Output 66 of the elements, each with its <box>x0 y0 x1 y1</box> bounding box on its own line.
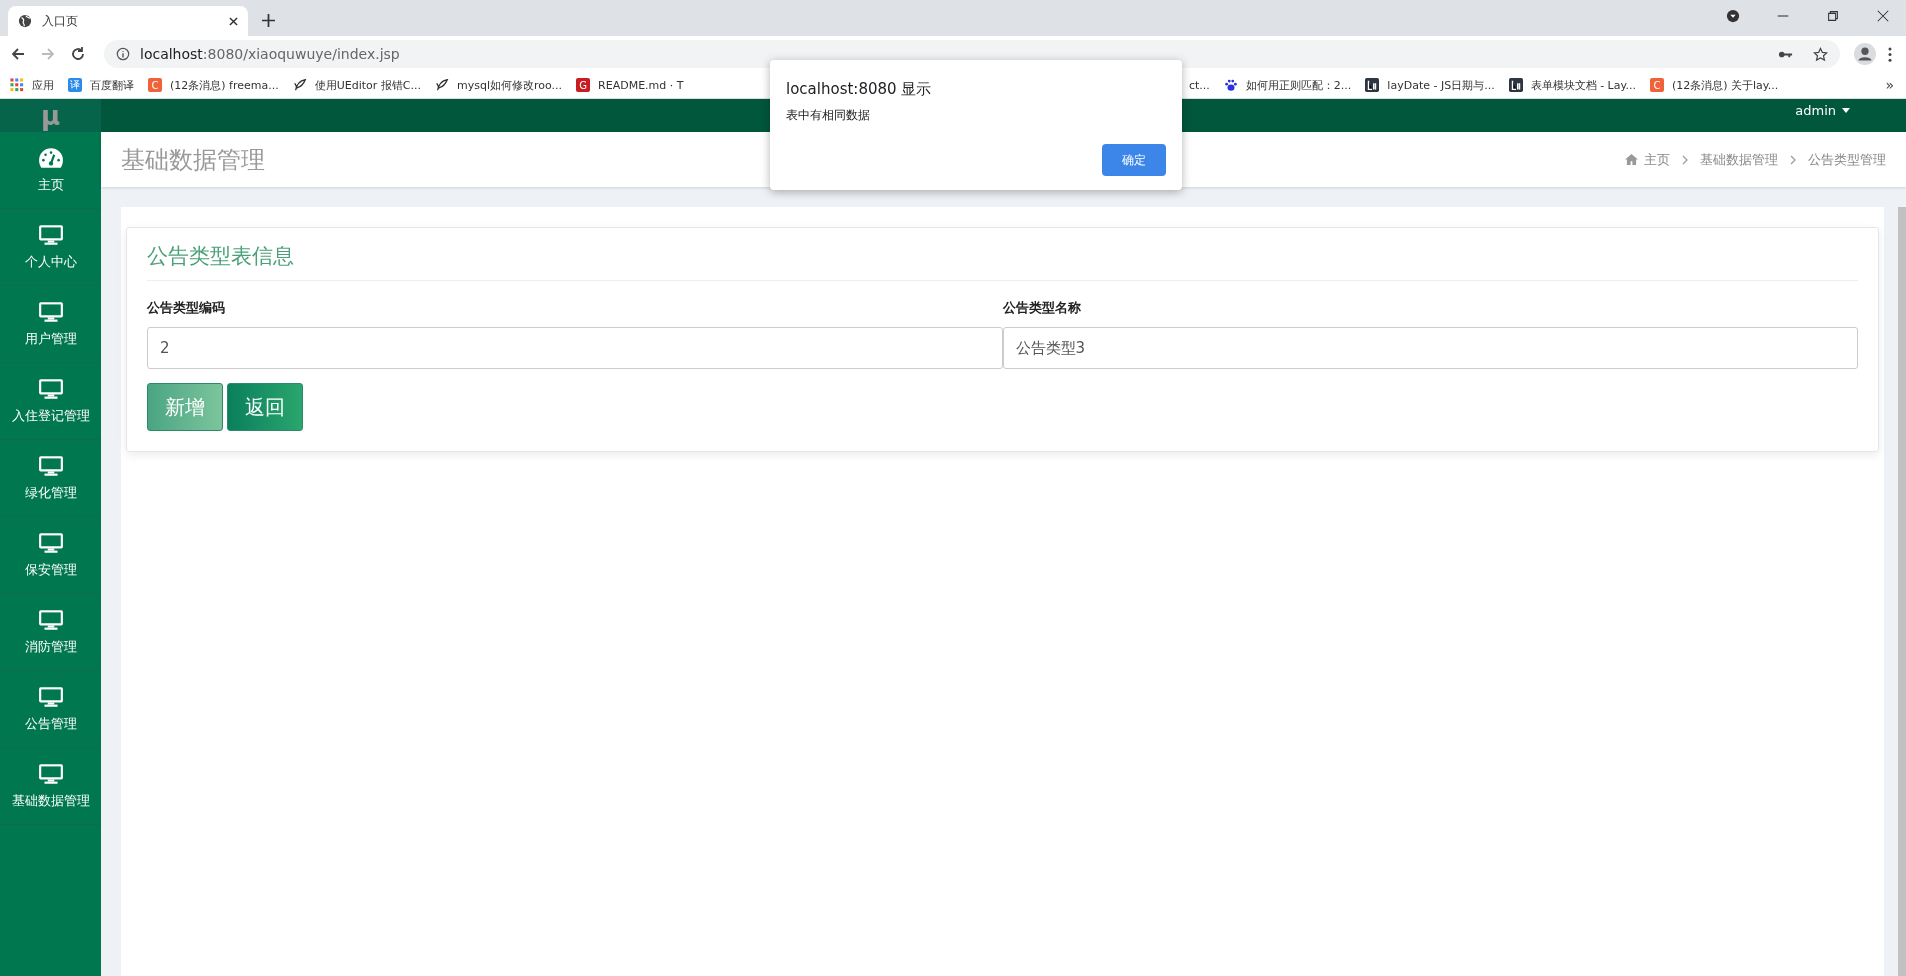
bookmark[interactable]: 使用UEditor 报错C... <box>292 77 421 93</box>
new-tab-icon[interactable] <box>262 14 275 27</box>
bookmark[interactable]: 如何用正则匹配：2... <box>1223 77 1352 93</box>
field-label: 公告类型名称 <box>1002 299 1082 317</box>
close-icon[interactable] <box>1876 9 1890 23</box>
monitor-icon <box>37 377 64 400</box>
paw-icon <box>1223 78 1238 92</box>
layui-logo-icon <box>1365 78 1380 92</box>
feather-icon <box>435 78 449 92</box>
bookmark[interactable]: 表单模块文档 - Lay... <box>1508 77 1636 93</box>
apps-grid-icon <box>10 78 24 92</box>
dialog-title: localhost:8080 显示 <box>786 80 933 99</box>
input-field[interactable]: 公告类型3 <box>1002 327 1858 369</box>
more-bookmarks[interactable]: » <box>1885 77 1894 93</box>
back-icon[interactable] <box>10 46 26 62</box>
favicon-icon: C <box>1649 78 1664 92</box>
tab-search-icon[interactable] <box>1726 9 1740 23</box>
breadcrumb-link[interactable]: 基础数据管理 <box>1700 150 1778 169</box>
bookmark[interactable]: ct... <box>1189 78 1210 92</box>
info-icon <box>116 47 130 61</box>
breadcrumb-link[interactable]: 公告类型管理 <box>1808 150 1886 169</box>
user-menu[interactable]: admin <box>1795 103 1850 118</box>
feather-icon <box>292 78 307 92</box>
monitor-icon <box>37 223 64 246</box>
address-field[interactable]: localhost:8080/xiaoquwuye/index.jsp <box>104 40 1840 68</box>
caret-icon <box>1842 108 1850 113</box>
tab-title: 入口页 <box>42 12 79 30</box>
bookmark[interactable]: 译 百度翻译 <box>68 77 134 93</box>
favicon-icon: 译 <box>68 78 82 92</box>
favicon-icon: C <box>148 78 162 92</box>
monitor-icon <box>37 531 64 554</box>
field-label: 公告类型编码 <box>147 299 226 317</box>
profile-icon[interactable] <box>1854 43 1876 65</box>
page-title: 基础数据管理 <box>121 144 265 176</box>
reload-icon[interactable] <box>70 46 86 62</box>
restore-icon[interactable] <box>1826 9 1840 23</box>
logo: μ <box>0 99 101 132</box>
back-button[interactable]: 返回 <box>227 383 303 431</box>
monitor-icon <box>37 454 64 477</box>
monitor-icon <box>37 608 64 631</box>
home-icon <box>1625 154 1638 165</box>
monitor-icon <box>37 762 64 785</box>
close-icon[interactable] <box>229 16 238 26</box>
bookmark[interactable]: C (12条消息) 关于lay... <box>1649 77 1779 93</box>
menu-icon[interactable] <box>1888 46 1892 62</box>
bookmark[interactable]: layDate - JS日期与... <box>1365 77 1495 93</box>
breadcrumb-separator-icon <box>1682 154 1688 165</box>
ok-button[interactable]: 确定 <box>1102 144 1166 176</box>
monitor-icon <box>37 685 64 708</box>
browser-tab[interactable]: 入口页 <box>8 6 248 36</box>
layui-logo-icon <box>1508 78 1523 92</box>
bookmark[interactable]: C (12条消息) freema... <box>148 77 279 93</box>
input-field[interactable]: 2 <box>147 327 1003 369</box>
scrollbar[interactable] <box>1898 207 1906 976</box>
star-icon[interactable] <box>1813 46 1828 62</box>
bookmark[interactable]: G README.md · T <box>576 78 684 92</box>
bookmark[interactable]: mysql如何修改roo... <box>435 77 563 93</box>
bookmark[interactable]: 应用 <box>10 77 54 93</box>
breadcrumb-separator-icon <box>1790 154 1796 165</box>
monitor-icon <box>37 300 64 323</box>
globe-icon <box>18 14 32 28</box>
breadcrumb-link[interactable]: 主页 <box>1644 150 1670 169</box>
card-title: 公告类型表信息 <box>147 242 1858 281</box>
dashboard-icon <box>37 146 64 169</box>
favicon-icon: G <box>576 78 591 92</box>
dialog-message: 表中有相同数据 <box>786 107 871 124</box>
